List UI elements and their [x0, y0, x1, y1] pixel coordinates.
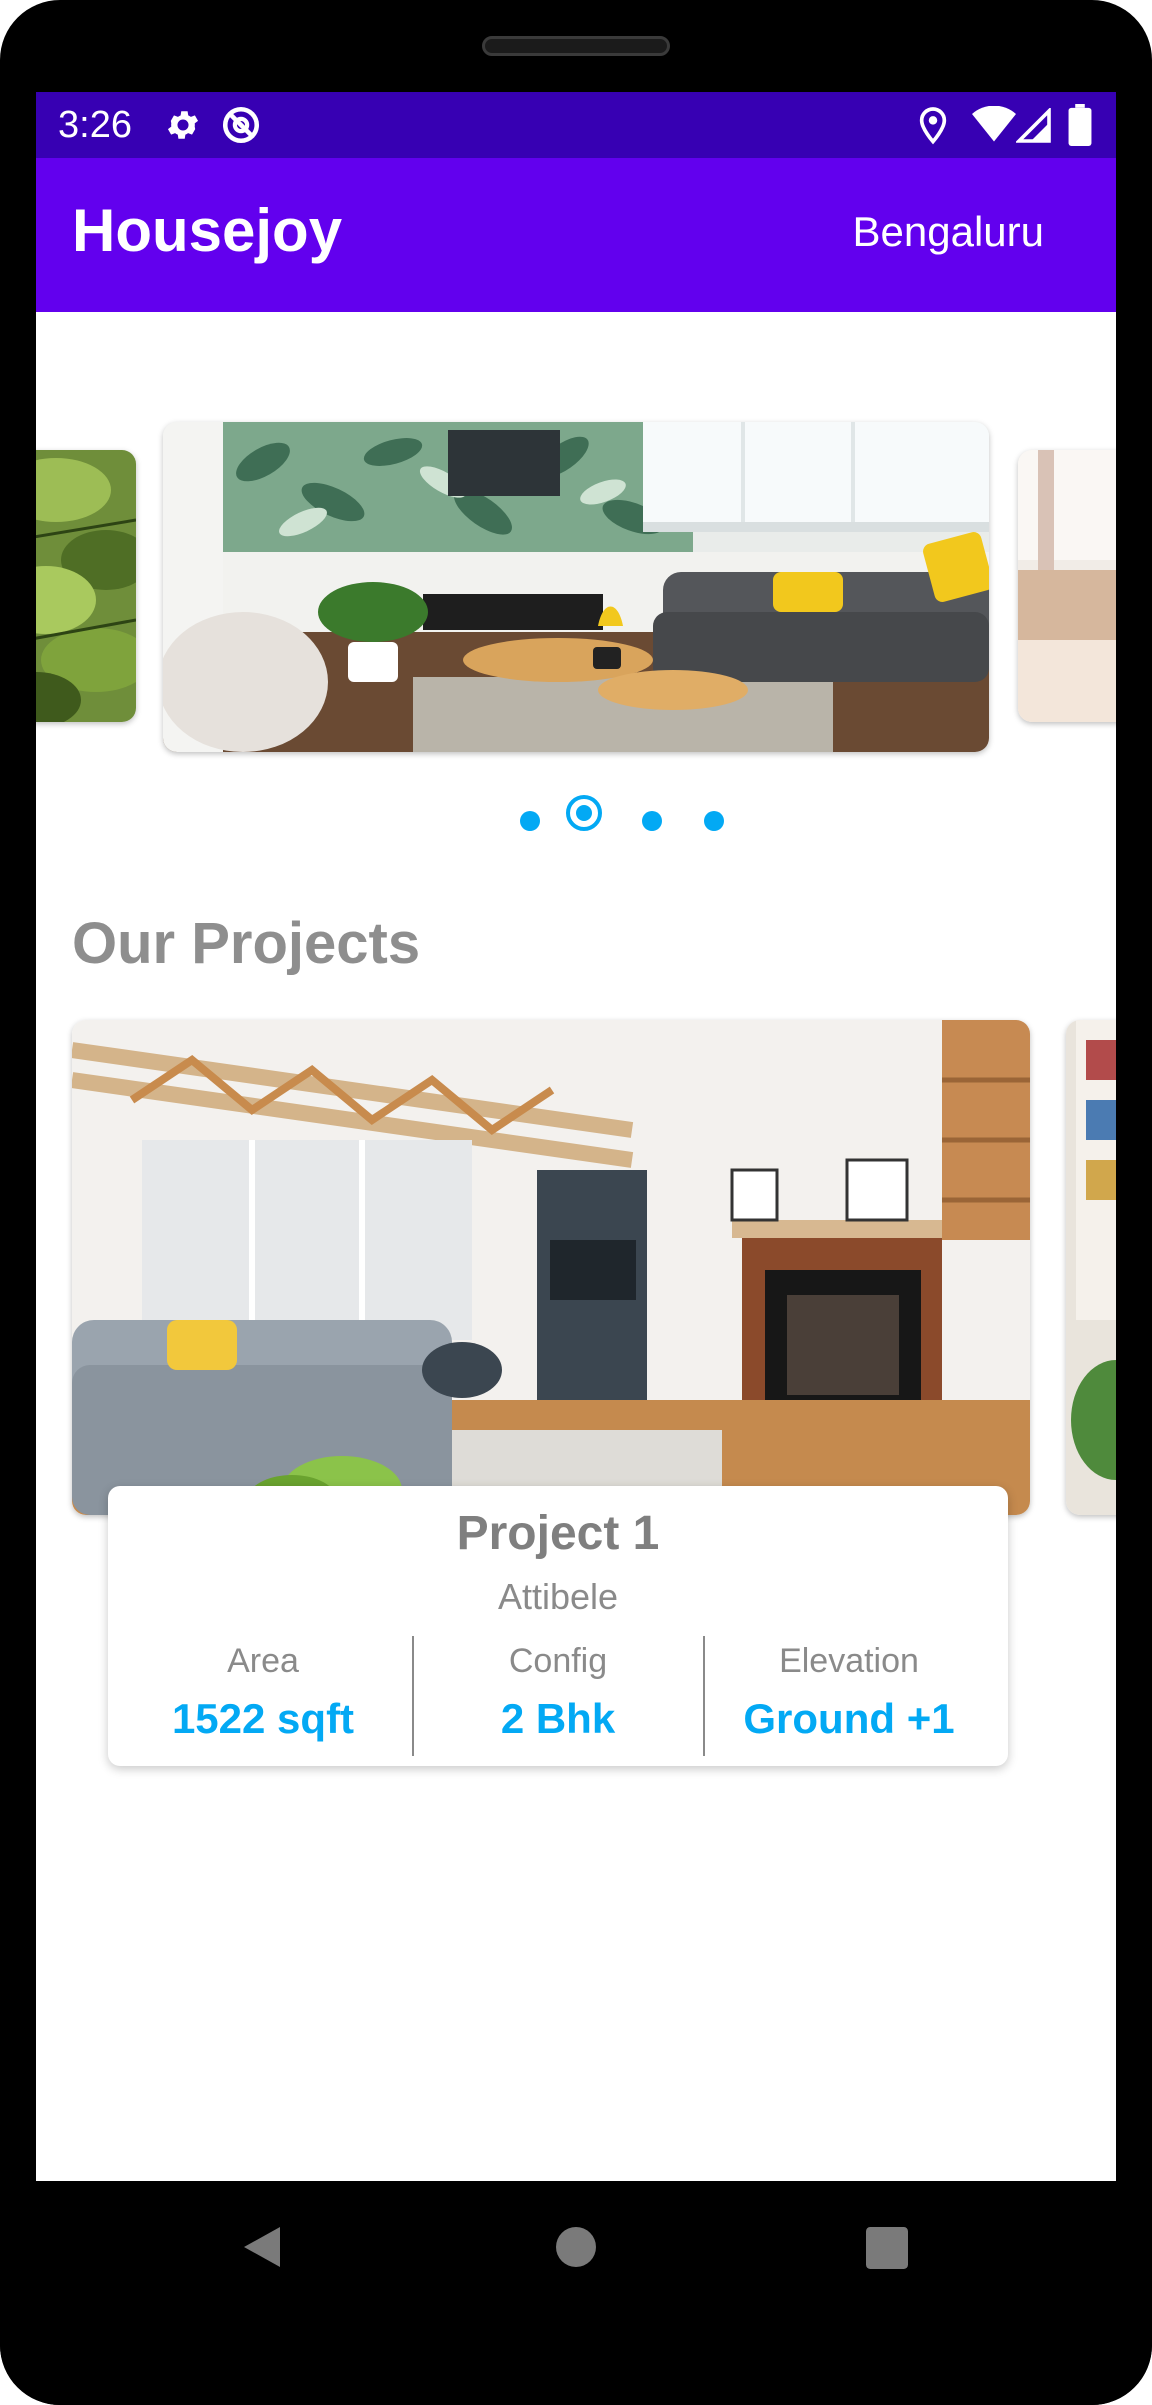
sync-icon [220, 104, 262, 151]
shelf-room-image [1066, 1020, 1116, 1515]
carousel-slide-next[interactable] [1018, 450, 1116, 722]
app-bar: Housejoy Bengaluru [36, 158, 1116, 312]
carousel-dot-1[interactable] [520, 811, 540, 831]
carousel-dot-3[interactable] [642, 811, 662, 831]
stat-config-label: Config [508, 1642, 608, 1680]
window-room-image [1018, 450, 1116, 722]
project-living-room-image [72, 1020, 1030, 1515]
carousel-slide-active[interactable] [163, 422, 989, 752]
stat-area-label: Area [227, 1642, 299, 1680]
signal-icon [1014, 106, 1052, 149]
settings-icon [164, 106, 202, 149]
carousel-dot-4[interactable] [704, 811, 724, 831]
stat-config: Config 2 Bhk [413, 1642, 703, 1743]
plant-image [36, 450, 136, 722]
app-title: Housejoy [72, 197, 343, 264]
stat-elevation: Elevation Ground +1 [704, 1642, 994, 1743]
navigation-bar [0, 2181, 1152, 2405]
battery-icon [1068, 104, 1092, 151]
carousel-dot-2-active[interactable] [566, 795, 602, 831]
recents-icon[interactable] [866, 2227, 908, 2274]
home-icon[interactable] [554, 2225, 598, 2274]
living-room-image [163, 422, 989, 752]
carousel-indicators [520, 792, 724, 852]
status-bar: 3:26 [36, 92, 1116, 158]
stat-elevation-label: Elevation [779, 1642, 919, 1680]
back-icon[interactable] [240, 2223, 284, 2276]
carousel-slide-prev[interactable] [36, 450, 136, 722]
project-card-next-image[interactable] [1066, 1020, 1116, 1515]
city-selector[interactable]: Bengaluru [853, 208, 1044, 256]
speaker-grille [482, 36, 670, 56]
location-icon [916, 106, 950, 151]
project-card[interactable]: Project 1 Attibele Area 1522 sqft Config… [108, 1486, 1008, 1766]
stat-config-value: 2 Bhk [500, 1695, 616, 1742]
project-name: Project 1 [456, 1507, 660, 1560]
project-card-image[interactable] [72, 1020, 1030, 1515]
screen: 3:26 Housejoy Bengaluru Our Projects Pro… [36, 92, 1116, 2181]
section-title: Our Projects [72, 911, 421, 976]
status-time: 3:26 [58, 104, 132, 146]
wifi-icon [972, 105, 1016, 149]
stat-area-value: 1522 sqft [171, 1695, 355, 1742]
project-location: Attibele [497, 1576, 619, 1617]
stat-elevation-value: Ground +1 [743, 1695, 955, 1742]
device-frame: 3:26 Housejoy Bengaluru Our Projects Pro… [0, 0, 1152, 2405]
stat-area: Area 1522 sqft [118, 1642, 408, 1743]
